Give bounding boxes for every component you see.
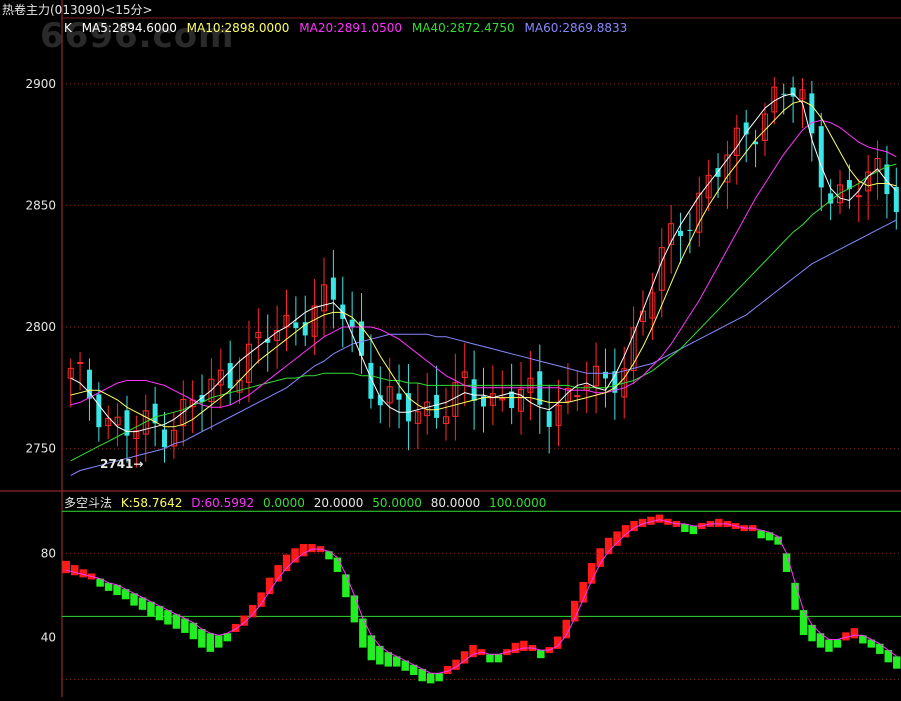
k-bar-down [384,652,393,667]
k-bar-down [426,673,435,684]
instrument-name: 热卷主力(013090) [2,3,106,17]
k-bar-up [70,565,79,576]
k-bar-down [342,574,350,598]
k-label: K [64,21,72,35]
k-bar-down [223,633,231,642]
candle-body-down [396,393,402,400]
chart-title: 热卷主力(013090)<15分> [2,1,153,18]
k-bar-up [469,644,477,658]
k-bar-up [460,651,469,664]
level-80: 80.0000 [430,496,481,510]
k-bar-down [325,551,333,560]
candle-body-down [152,403,158,424]
candle-body-down [227,363,233,389]
chart-svg: 2900 2850 2800 2750 80 40 [0,0,901,697]
ma10-legend: MA10:2898.0000 [186,21,290,35]
ma20-legend: MA20:2891.0500 [299,21,403,35]
k-bar-down [833,639,842,648]
chart-stage: 2900 2850 2800 2750 80 40 [0,0,901,697]
ma60-line [70,219,897,476]
level-100: 100.0000 [489,496,547,510]
k-bar-down [825,639,833,652]
k-bar-down [350,595,359,623]
indicator-legend: 多空斗法 K:58.7642 D:60.5992 0.0000 20.0000 … [64,494,551,511]
ma40-legend: MA40:2872.4750 [411,21,515,35]
candle-body-down [434,394,440,418]
k-bar-down [791,582,799,610]
candle-body-down [471,379,477,401]
k-bar-down [376,645,384,665]
candle-body-up [574,395,581,398]
k-bar-up [850,628,859,639]
candle-body-up [77,361,84,364]
candle-body-down [809,93,815,134]
candle-body-down [162,429,168,448]
k-bar-up [715,518,723,527]
price-tick-label: 2900 [25,77,56,91]
candle-body-down [330,277,336,300]
k-bar-down [198,629,206,648]
k-bar-down [494,654,503,663]
ma-legend: K MA5:2894.6000 MA10:2898.0000 MA20:2891… [64,21,633,35]
ma60-legend: MA60:2869.8833 [524,21,628,35]
level-0: 0.0000 [262,496,305,510]
price-tick-label: 2850 [25,198,56,212]
ma20-line [70,119,897,408]
candle-body-down [293,322,299,329]
candle-body-up [855,195,862,198]
k-bar-up [520,640,528,651]
d-value: D:60.5992 [191,496,255,510]
candle-body-down [349,319,355,328]
k-bar-down [147,601,155,617]
k-bar-down [104,582,113,591]
k-bar-up [511,642,520,654]
k-bar-up [621,525,630,538]
candle-body-down [509,391,515,409]
candle-body-down [781,93,787,95]
indicator-name: 多空斗法 [64,496,113,510]
k-bar-down [689,526,698,535]
indicator-tick-label: 40 [41,630,56,644]
k-bar-down [164,610,172,625]
price-tick-label: 2750 [25,442,56,456]
candle-body-down [687,229,693,232]
k-bar-up [299,544,308,557]
k-bar-down [172,614,181,629]
candle-body-down [546,411,552,427]
k-bar-up [655,514,664,523]
price-tick-label: 2800 [25,320,56,334]
k-bar-up [291,548,299,563]
level-50: 50.0000 [372,496,422,510]
candle-body-down [678,230,684,237]
k-bar-down [681,523,689,533]
k-bar-down [155,605,164,621]
k-bar-down [757,530,765,539]
low-annotation: 2741→ [100,457,144,471]
period-label: <15分> [105,3,153,17]
k-bar-down [774,536,782,545]
k-bar-down [435,673,443,682]
candle-body-down [818,126,824,188]
indicator-tick-label: 80 [41,546,56,560]
level-20: 20.0000 [313,496,364,510]
k-bar-down [486,654,494,663]
k-bar-down [333,557,342,572]
candle-body-down [96,394,102,428]
k-value: K:58.7642 [120,496,183,510]
k-bar-down [215,635,223,648]
k-bar-up [613,531,621,546]
k-bar-down [181,618,189,633]
k-bar-down [206,633,215,652]
k-bar-down [537,650,545,659]
k-bar-down [893,656,901,669]
ma5-legend: MA5:2894.6000 [81,21,177,35]
